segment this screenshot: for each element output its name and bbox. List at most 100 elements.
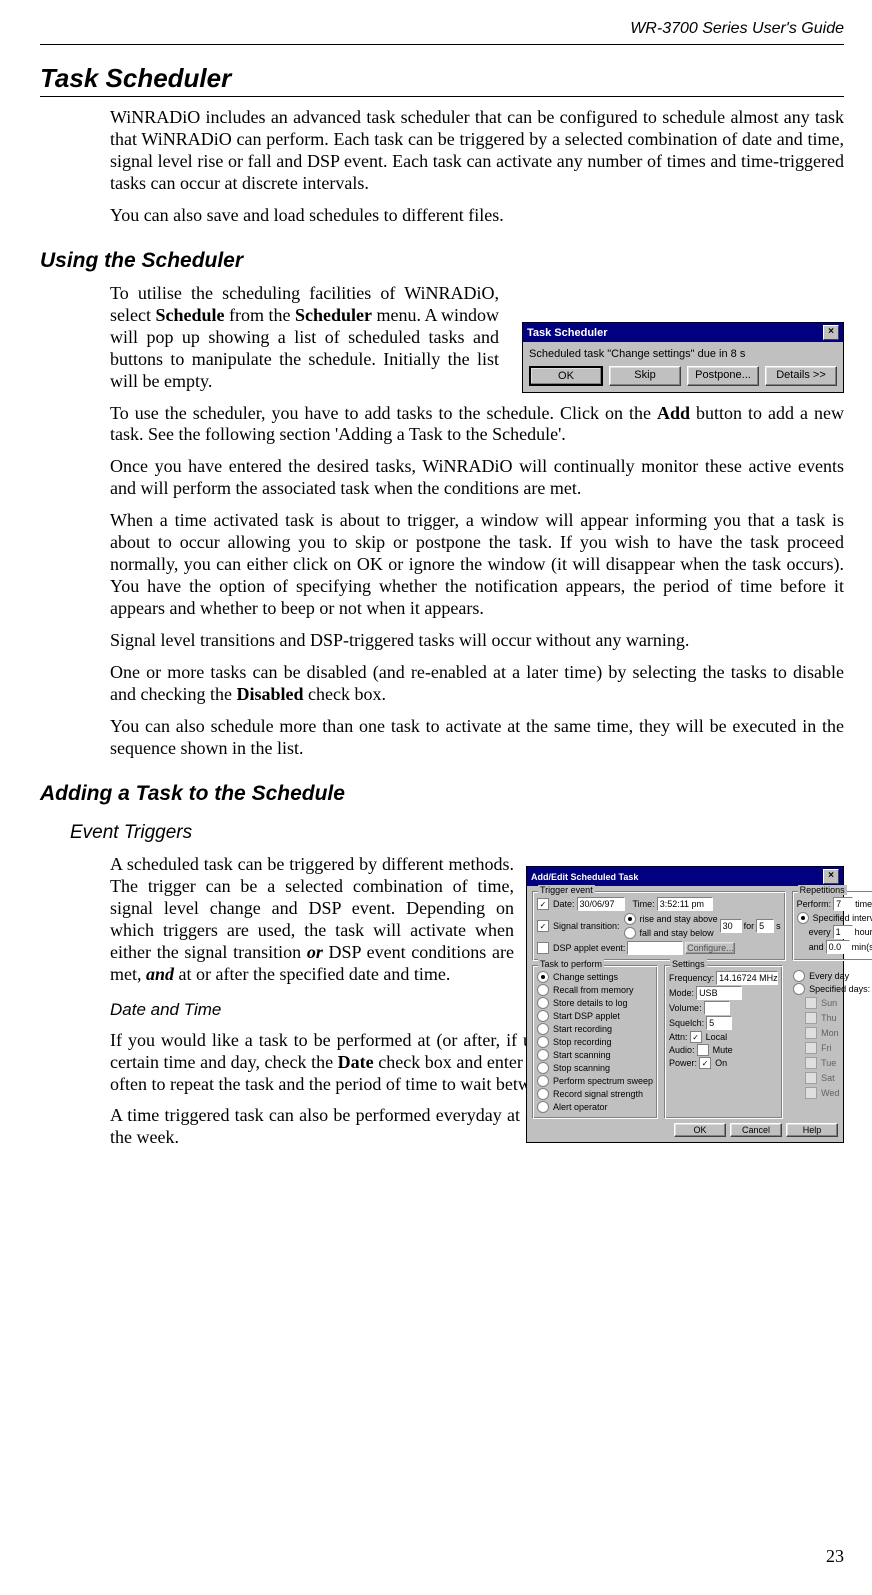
date-checkbox[interactable]: ✓	[537, 898, 549, 910]
day-label: Wed	[821, 1088, 839, 1098]
task-option[interactable]: Recall from memory	[537, 984, 653, 996]
help-button[interactable]: Help	[786, 1123, 838, 1137]
task-radio[interactable]	[537, 1049, 549, 1061]
heading-adding-task: Adding a Task to the Schedule	[40, 782, 844, 806]
ok-button[interactable]: OK	[674, 1123, 726, 1137]
dialog-titlebar[interactable]: Add/Edit Scheduled Task ×	[527, 867, 843, 886]
spec-days-radio[interactable]	[793, 983, 805, 995]
task-option[interactable]: Perform spectrum sweep	[537, 1075, 653, 1087]
day-checkbox[interactable]	[805, 1012, 817, 1024]
audio-mute-label: Mute	[713, 1045, 733, 1055]
para-intro-1: WiNRADiO includes an advanced task sched…	[110, 107, 844, 195]
dialog-body: Trigger event ✓ Date: 30/06/97 Time: 3:5…	[527, 886, 843, 1142]
task-option[interactable]: Start scanning	[537, 1049, 653, 1061]
task-scheduler-dialog: Task Scheduler × Scheduled task "Change …	[522, 322, 844, 393]
spec-intervals-radio[interactable]	[797, 912, 809, 924]
task-option[interactable]: Start recording	[537, 1023, 653, 1035]
task-radio[interactable]	[537, 1036, 549, 1048]
task-radio[interactable]	[537, 1088, 549, 1100]
details-button[interactable]: Details >>	[765, 366, 837, 386]
task-radio[interactable]	[537, 1023, 549, 1035]
power-on-checkbox[interactable]: ✓	[699, 1057, 711, 1069]
day-option[interactable]: Sat	[805, 1072, 843, 1084]
close-icon[interactable]: ×	[823, 869, 839, 884]
volume-input[interactable]	[704, 1001, 730, 1015]
mode-select[interactable]: USB	[696, 986, 742, 1000]
dialog-title-text: Add/Edit Scheduled Task	[531, 872, 638, 882]
para-using-6: One or more tasks can be disabled (and r…	[110, 662, 844, 706]
day-option[interactable]: Tue	[805, 1057, 843, 1069]
date-input[interactable]: 30/06/97	[577, 897, 625, 911]
group-title: Trigger event	[538, 885, 595, 895]
dsp-checkbox[interactable]	[537, 942, 549, 954]
close-icon[interactable]: ×	[823, 325, 839, 340]
heading-task-scheduler: Task Scheduler	[40, 63, 844, 97]
italic-and: and	[146, 964, 174, 984]
day-option[interactable]: Sun	[805, 997, 843, 1009]
document-page: WR-3700 Series User's Guide Task Schedul…	[0, 0, 872, 1595]
task-radio[interactable]	[537, 1101, 549, 1113]
task-option[interactable]: Change settings	[537, 971, 653, 983]
attn-local-checkbox[interactable]: ✓	[690, 1031, 702, 1043]
task-radio[interactable]	[537, 1010, 549, 1022]
ok-button[interactable]: OK	[529, 366, 603, 386]
para-using-3: Once you have entered the desired tasks,…	[110, 456, 844, 500]
task-radio[interactable]	[537, 1062, 549, 1074]
days-list: Sun Thu Mon Fri Tue Sat Wed	[793, 996, 870, 1100]
para-using-2: To use the scheduler, you have to add ta…	[110, 403, 844, 447]
squelch-input[interactable]: 5	[706, 1016, 732, 1030]
add-edit-task-dialog: Add/Edit Scheduled Task × Trigger event …	[526, 866, 844, 1143]
dsp-input[interactable]	[627, 941, 683, 955]
task-label: Start scanning	[553, 1050, 611, 1060]
audio-mute-checkbox[interactable]	[697, 1044, 709, 1056]
task-label: Perform spectrum sweep	[553, 1076, 653, 1086]
perform-input[interactable]: 7	[833, 897, 853, 911]
every-hours-input[interactable]: 1	[833, 925, 853, 939]
task-radio[interactable]	[537, 997, 549, 1009]
day-checkbox[interactable]	[805, 1087, 817, 1099]
para-using-4: When a time activated task is about to t…	[110, 510, 844, 620]
dialog-body: Scheduled task "Change settings" due in …	[523, 342, 843, 392]
cancel-button[interactable]: Cancel	[730, 1123, 782, 1137]
threshold-input[interactable]: 30	[720, 919, 742, 933]
task-option[interactable]: Stop scanning	[537, 1062, 653, 1074]
configure-button[interactable]: Configure...	[685, 942, 735, 954]
rise-radio[interactable]	[624, 913, 636, 925]
for-input[interactable]: 5	[756, 919, 774, 933]
skip-button[interactable]: Skip	[609, 366, 681, 386]
signal-checkbox[interactable]: ✓	[537, 920, 549, 932]
task-option[interactable]: Stop recording	[537, 1036, 653, 1048]
fall-label: fall and stay below	[640, 928, 714, 938]
dialog-titlebar[interactable]: Task Scheduler ×	[523, 323, 843, 342]
task-option[interactable]: Store details to log	[537, 997, 653, 1009]
fall-radio[interactable]	[624, 927, 636, 939]
task-option[interactable]: Start DSP applet	[537, 1010, 653, 1022]
freq-input[interactable]: 14.16724 MHz	[716, 971, 778, 985]
time-input[interactable]: 3:52:11 pm	[657, 897, 713, 911]
task-radio[interactable]	[537, 971, 549, 983]
task-label: Change settings	[553, 972, 618, 982]
day-checkbox[interactable]	[805, 1042, 817, 1054]
task-option[interactable]: Alert operator	[537, 1101, 653, 1113]
spec-intervals-label: Specified intervals:	[813, 913, 872, 923]
day-checkbox[interactable]	[805, 1027, 817, 1039]
task-radio[interactable]	[537, 1075, 549, 1087]
task-option[interactable]: Record signal strength	[537, 1088, 653, 1100]
task-radio[interactable]	[537, 984, 549, 996]
day-option[interactable]: Mon	[805, 1027, 843, 1039]
day-label: Fri	[821, 1043, 832, 1053]
day-checkbox[interactable]	[805, 997, 817, 1009]
bold-scheduler: Scheduler	[295, 305, 372, 325]
postpone-button[interactable]: Postpone...	[687, 366, 759, 386]
day-checkbox[interactable]	[805, 1057, 817, 1069]
and-mins-input[interactable]: 0.0	[826, 940, 850, 954]
day-option[interactable]: Wed	[805, 1087, 843, 1099]
day-checkbox[interactable]	[805, 1072, 817, 1084]
every-day-radio[interactable]	[793, 970, 805, 982]
squelch-label: Squelch:	[669, 1018, 704, 1028]
task-label: Stop scanning	[553, 1063, 610, 1073]
task-label: Record signal strength	[553, 1089, 643, 1099]
day-option[interactable]: Thu	[805, 1012, 843, 1024]
para-using-7: You can also schedule more than one task…	[110, 716, 844, 760]
day-option[interactable]: Fri	[805, 1042, 843, 1054]
